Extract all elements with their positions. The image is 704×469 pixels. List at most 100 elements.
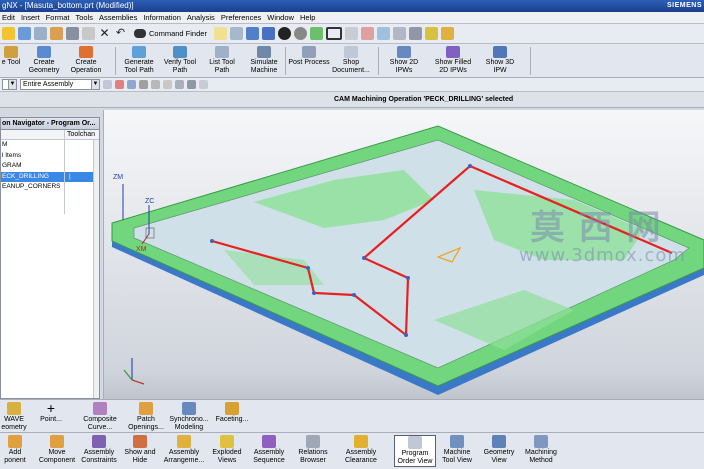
column-name[interactable] <box>1 130 65 139</box>
delete-icon[interactable]: ✕ <box>98 27 111 40</box>
xm-label: XM <box>136 246 147 253</box>
deselect-icon[interactable] <box>115 80 124 89</box>
navigator-scrollbar[interactable] <box>93 140 99 398</box>
edit-icon[interactable] <box>213 27 227 40</box>
machine-tool-view-button[interactable]: Machine Tool View <box>438 435 476 465</box>
transform-icon[interactable] <box>408 27 422 40</box>
menu-help[interactable]: Help <box>300 13 315 22</box>
edge-display-icon[interactable] <box>309 27 323 40</box>
orient-view-icon[interactable] <box>261 27 275 40</box>
assembly-arrangements-button[interactable]: Assembly Arrangeme... <box>162 435 206 465</box>
menu-window[interactable]: Window <box>267 13 294 22</box>
menu-format[interactable]: Format <box>46 13 70 22</box>
drill-point-marker[interactable] <box>210 239 214 243</box>
layer-settings-icon[interactable] <box>344 27 358 40</box>
save-icon[interactable] <box>34 27 47 40</box>
patch-openings-button[interactable]: Patch Openings... <box>126 402 166 432</box>
snap-point-icon[interactable] <box>127 80 136 89</box>
box-select-icon[interactable] <box>187 80 196 89</box>
show-filled-2d-ipws-button[interactable]: Show Filled 2D IPWs <box>430 46 476 78</box>
point-button[interactable]: + Point... <box>36 401 66 424</box>
fit-icon[interactable] <box>229 27 243 40</box>
tree-row-tool <box>65 151 69 162</box>
wave-geometry-button[interactable]: WAVE eometry <box>0 402 28 432</box>
zoom-icon[interactable] <box>245 27 259 40</box>
drill-point-marker[interactable] <box>406 276 410 280</box>
add-component-button[interactable]: Add ponent <box>0 435 30 465</box>
assembly-sequence-button[interactable]: Assembly Sequence <box>250 435 288 465</box>
copy-icon[interactable] <box>66 27 79 40</box>
command-finder-button[interactable]: Command Finder <box>134 29 207 38</box>
move-component-button[interactable]: Move Component <box>36 435 78 465</box>
cut-icon[interactable] <box>50 27 63 40</box>
synchronous-modeling-button[interactable]: Synchrono... Modeling <box>168 402 210 432</box>
curve-rule-icon[interactable] <box>139 80 148 89</box>
open-icon[interactable] <box>18 27 31 40</box>
tree-row[interactable]: l Items <box>1 150 99 162</box>
menu-preferences[interactable]: Preferences <box>221 13 261 22</box>
drill-point-marker[interactable] <box>306 266 310 270</box>
render-style-icon[interactable] <box>277 27 291 40</box>
filter-icon[interactable] <box>103 80 112 89</box>
drill-point-marker[interactable] <box>468 164 472 168</box>
wcs-icon[interactable] <box>376 27 390 40</box>
menu-analysis[interactable]: Analysis <box>187 13 215 22</box>
menu-tools[interactable]: Tools <box>75 13 93 22</box>
assembly-constraints-button[interactable]: Assembly Constraints <box>80 435 118 465</box>
menu-insert[interactable]: Insert <box>21 13 40 22</box>
post-process-button[interactable]: Post Process <box>288 46 330 78</box>
grid-icon[interactable] <box>175 80 184 89</box>
create-operation-button[interactable]: Create Operation <box>66 46 106 78</box>
tree-row-selected[interactable]: ECK_DRILLING | <box>1 171 99 182</box>
undo-icon[interactable]: ↶ <box>114 27 127 40</box>
menu-assemblies[interactable]: Assemblies <box>99 13 137 22</box>
face-rule-icon[interactable] <box>151 80 160 89</box>
verify-tool-path-button[interactable]: Verify Tool Path <box>160 46 200 78</box>
tree-row[interactable]: EANUP_CORNERS <box>1 182 99 193</box>
program-order-view-button[interactable]: Program Order View <box>394 435 436 467</box>
faceting-button[interactable]: Faceting... <box>212 402 252 424</box>
new-icon[interactable] <box>2 27 15 40</box>
snap-icon[interactable] <box>360 27 374 40</box>
tree-row[interactable]: M <box>1 140 99 151</box>
composite-curve-button[interactable]: Composite Curve... <box>80 402 120 432</box>
drill-point-marker[interactable] <box>352 293 356 297</box>
menu-edit[interactable]: Edit <box>2 13 15 22</box>
simulate-machine-button[interactable]: Simulate Machine <box>244 46 284 78</box>
drill-point-marker[interactable] <box>362 256 366 260</box>
manufacturing-ribbon: e Tool Create Geometry Create Operation … <box>0 44 704 78</box>
ribbon-separator <box>530 47 531 75</box>
geometry-view-button[interactable]: Geometry View <box>480 435 518 465</box>
shaded-icon[interactable] <box>293 27 307 40</box>
type-filter-dropdown[interactable]: ▼ <box>2 79 17 90</box>
paste-icon[interactable] <box>82 27 95 40</box>
point-icon[interactable] <box>163 80 172 89</box>
create-tool-button[interactable]: e Tool <box>0 46 22 78</box>
menu-information[interactable]: Information <box>143 13 181 22</box>
ruler-icon[interactable] <box>424 27 438 40</box>
show-and-hide-button[interactable]: Show and Hide <box>122 435 158 465</box>
generate-tool-path-button[interactable]: Generate Tool Path <box>119 46 159 78</box>
create-geometry-button[interactable]: Create Geometry <box>24 46 64 78</box>
composite-curve-label: Composite Curve... <box>83 416 117 431</box>
relations-browser-button[interactable]: Relations Browser <box>294 435 332 465</box>
measure-icon[interactable] <box>440 27 454 40</box>
tree-row-tool <box>65 193 69 204</box>
drill-point-marker[interactable] <box>312 291 316 295</box>
analysis-icon[interactable] <box>392 27 406 40</box>
work-layer-icon[interactable] <box>325 27 342 40</box>
shop-document-button[interactable]: Shop Document... <box>330 46 372 78</box>
selection-scope-dropdown[interactable]: Entire Assembly ▼ <box>20 79 100 90</box>
column-toolchange[interactable]: Toolchan <box>65 130 95 139</box>
show-3d-ipw-button[interactable]: Show 3D IPW <box>480 46 520 78</box>
exploded-views-button[interactable]: Exploded Views <box>208 435 246 465</box>
drill-point-marker[interactable] <box>404 333 408 337</box>
tree-row[interactable]: GRAM <box>1 161 99 172</box>
machining-method-button[interactable]: Machining Method <box>522 435 560 465</box>
assembly-clearance-button[interactable]: Assembly Clearance <box>342 435 380 465</box>
tree-row[interactable] <box>1 203 99 214</box>
more-icon[interactable] <box>199 80 208 89</box>
tree-row[interactable] <box>1 192 99 204</box>
show-2d-ipws-button[interactable]: Show 2D IPWs <box>384 46 424 78</box>
list-tool-path-button[interactable]: List Tool Path <box>202 46 242 78</box>
